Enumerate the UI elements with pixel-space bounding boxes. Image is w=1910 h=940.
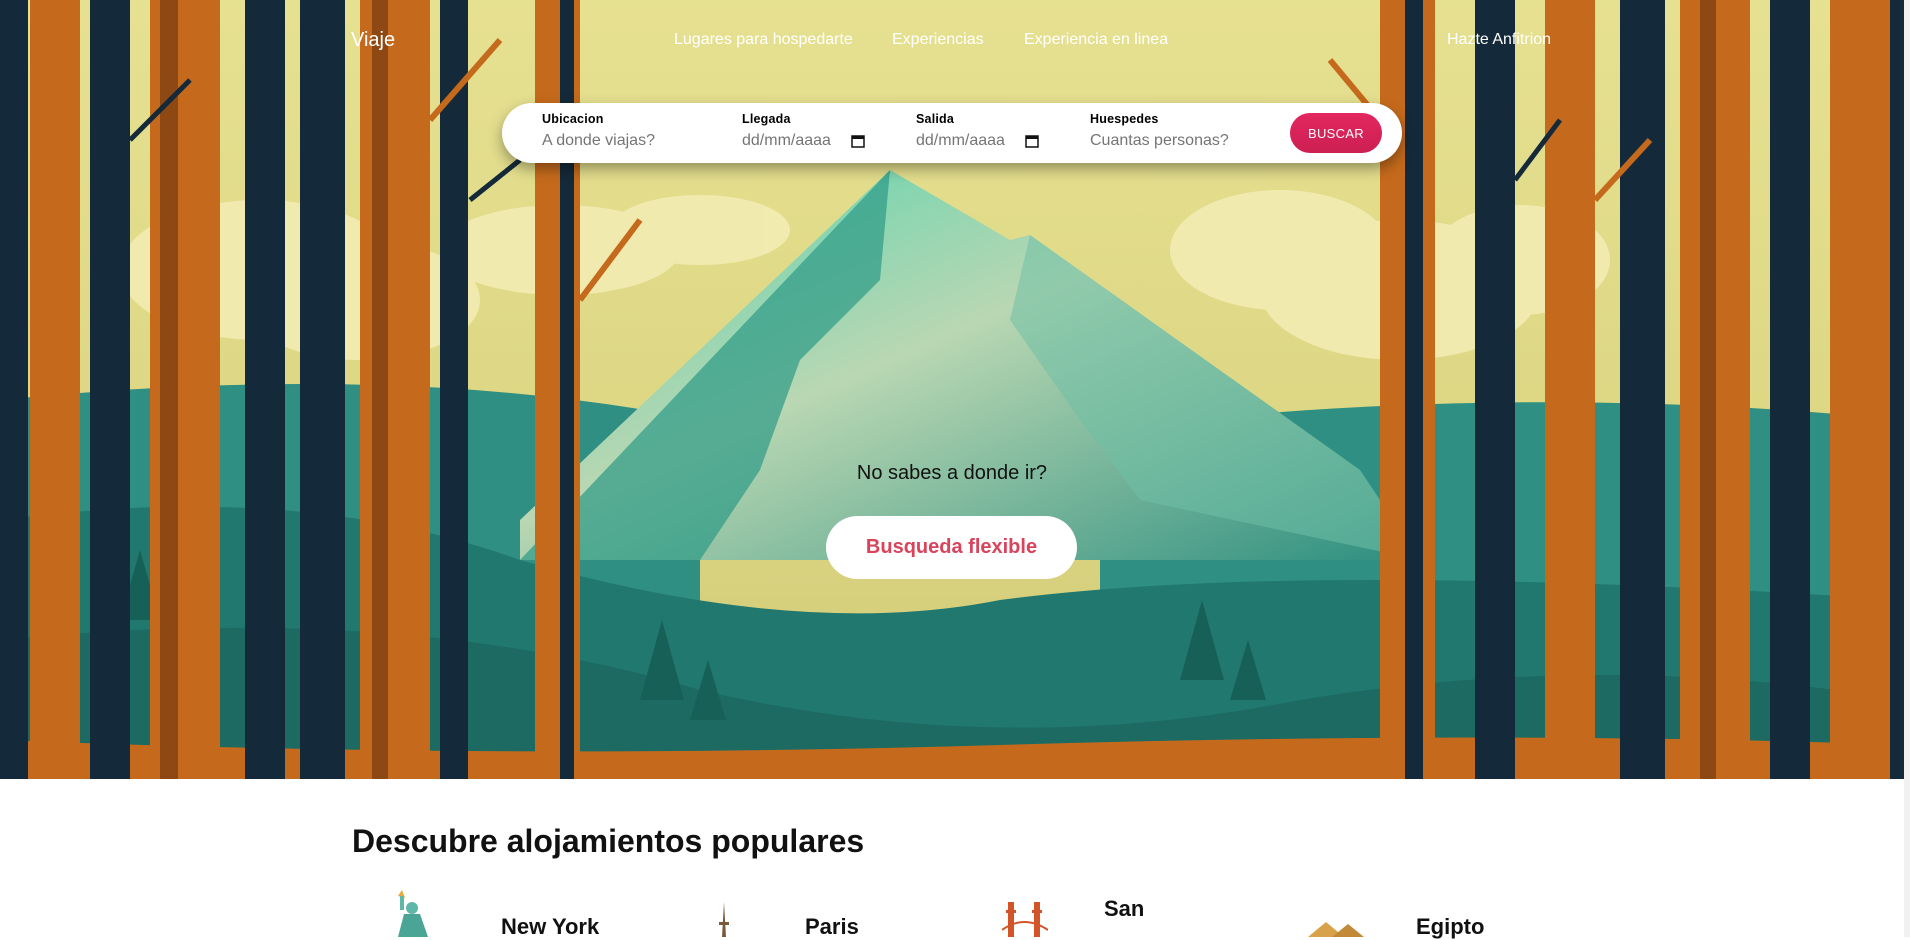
checkout-field[interactable]: Salida dd/mm/aaaa [916,112,1039,150]
section-title: Descubre alojamientos populares [352,823,865,859]
destination-san[interactable]: San [1104,896,1144,922]
destination-egypt[interactable]: Egipto [1416,914,1484,940]
flexible-search-button[interactable]: Busqueda flexible [826,516,1077,579]
pyramids-icon [1308,922,1364,937]
become-host-link[interactable]: Hazte Anfitrion [1447,31,1551,49]
destination-new-york[interactable]: New York [501,914,599,940]
guests-input[interactable]: Cuantas personas? [1090,132,1229,150]
brand-logo[interactable]: Viaje [351,29,395,52]
checkout-label: Salida [916,112,955,126]
statue-of-liberty-icon [398,890,428,937]
destination-paris[interactable]: Paris [805,914,859,940]
guests-label: Huespedes [1090,112,1159,126]
hero-question: No sabes a donde ir? [856,462,1048,484]
nav-link-online-experiences[interactable]: Experiencia en linea [1024,31,1168,49]
search-bar: Ubicacion A donde viajas? Llegada dd/mm/… [502,103,1402,163]
location-label: Ubicacion [542,112,604,126]
checkout-input[interactable]: dd/mm/aaaa [916,132,1005,150]
nav-link-lodging[interactable]: Lugares para hospedarte [674,31,853,49]
location-input[interactable]: A donde viajas? [542,132,655,150]
checkin-input[interactable]: dd/mm/aaaa [742,132,831,150]
eiffel-tower-icon [719,902,729,937]
scrollbar[interactable] [1904,0,1910,937]
checkin-field[interactable]: Llegada dd/mm/aaaa [742,112,865,150]
checkin-label: Llegada [742,112,791,126]
calendar-icon[interactable] [1025,134,1039,148]
golden-gate-bridge-icon [1002,902,1048,937]
calendar-icon[interactable] [851,134,865,148]
location-field[interactable]: Ubicacion A donde viajas? [542,112,655,150]
nav-link-experiences[interactable]: Experiencias [892,31,984,49]
search-button[interactable]: BUSCAR [1290,113,1382,153]
guests-field[interactable]: Huespedes Cuantas personas? [1090,112,1229,150]
hero-banner: Viaje Lugares para hospedarte Experienci… [0,0,1904,779]
